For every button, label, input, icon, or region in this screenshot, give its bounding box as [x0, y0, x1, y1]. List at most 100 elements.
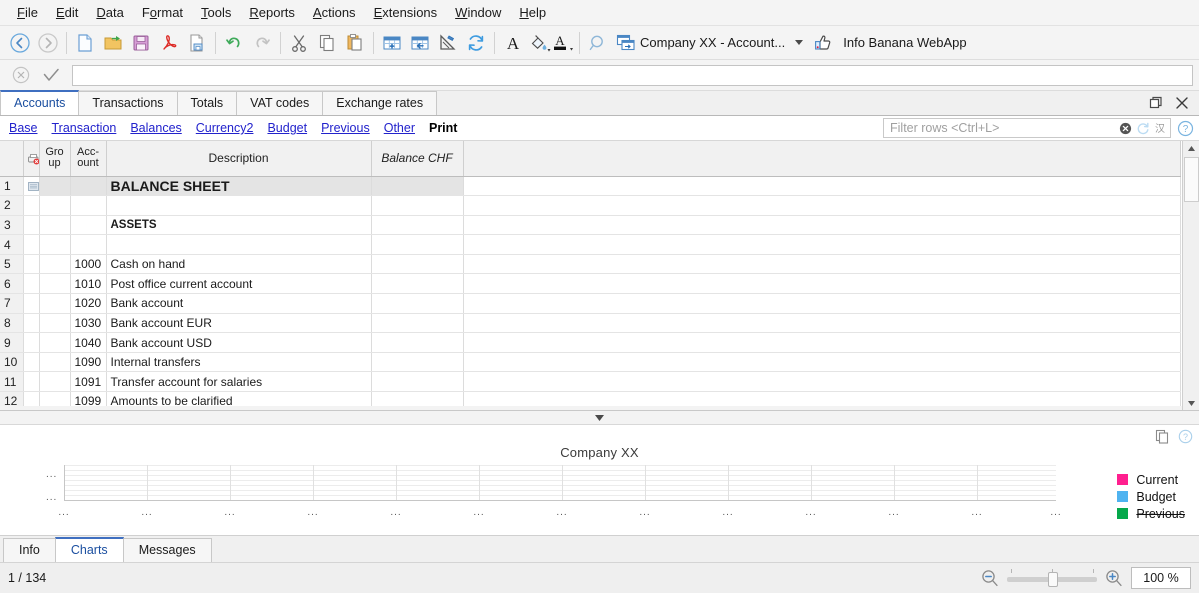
row-number[interactable]: 2 — [0, 195, 24, 216]
checkmark-icon[interactable] — [36, 62, 66, 88]
col-header-print-marker[interactable] — [23, 141, 40, 177]
col-header-description[interactable]: Description — [106, 141, 372, 177]
menu-item-window[interactable]: Window — [446, 2, 510, 23]
table-row[interactable]: 8 1030 Bank account EUR — [0, 313, 1181, 334]
table-row[interactable]: 6 1010 Post office current account — [0, 273, 1181, 295]
menu-item-tools[interactable]: Tools — [192, 2, 240, 23]
close-window-icon[interactable] — [1169, 92, 1195, 114]
formula-input[interactable] — [72, 64, 1193, 86]
new-file-icon[interactable] — [71, 29, 99, 57]
cell-group[interactable] — [39, 352, 71, 373]
cell-empty[interactable] — [463, 352, 1181, 373]
copy-chart-icon[interactable] — [1155, 429, 1170, 444]
cell-account[interactable]: 1010 — [70, 273, 107, 295]
recalculate-icon[interactable] — [462, 29, 490, 57]
cell-group[interactable] — [39, 254, 71, 275]
forward-icon[interactable] — [34, 29, 62, 57]
cell-empty[interactable] — [463, 293, 1181, 314]
cell-description[interactable]: Cash on hand — [106, 254, 372, 275]
row-number[interactable]: 1 — [0, 176, 24, 197]
cell-empty[interactable] — [463, 195, 1181, 216]
col-header-rownum[interactable] — [0, 141, 24, 177]
view-link-other[interactable]: Other — [377, 121, 422, 135]
clear-filter-icon[interactable] — [1117, 120, 1134, 137]
cell-empty[interactable] — [463, 313, 1181, 334]
table-row[interactable]: 5 1000 Cash on hand — [0, 254, 1181, 275]
zoom-slider-thumb[interactable] — [1048, 572, 1058, 587]
row-print-marker[interactable] — [23, 352, 40, 373]
menu-item-file[interactable]: File — [8, 2, 47, 23]
tab-messages[interactable]: Messages — [122, 538, 212, 562]
cell-empty[interactable] — [463, 254, 1181, 275]
delete-row-icon[interactable] — [406, 29, 434, 57]
cell-description[interactable] — [106, 234, 372, 255]
row-number[interactable]: 10 — [0, 352, 24, 373]
table-row[interactable]: 7 1020 Bank account — [0, 293, 1181, 314]
row-number[interactable]: 3 — [0, 215, 24, 236]
zoom-in-icon[interactable] — [1104, 568, 1124, 588]
tab-totals[interactable]: Totals — [176, 91, 238, 115]
cell-account[interactable]: 1090 — [70, 352, 107, 373]
view-link-balances[interactable]: Balances — [123, 121, 188, 135]
table-row[interactable]: 2 — [0, 195, 1181, 216]
redo-icon[interactable] — [248, 29, 276, 57]
row-number[interactable]: 6 — [0, 273, 24, 295]
menu-item-data[interactable]: Data — [87, 2, 132, 23]
tab-charts[interactable]: Charts — [54, 537, 124, 562]
cell-description[interactable]: Post office current account — [106, 273, 372, 295]
table-row[interactable]: 1 BALANCE SHEET — [0, 176, 1181, 197]
table-row[interactable]: 11 1091 Transfer account for salaries — [0, 371, 1181, 393]
refresh-filter-icon[interactable] — [1134, 120, 1151, 137]
grid-horizontal-scrollbar[interactable] — [0, 406, 1182, 410]
row-number[interactable]: 9 — [0, 332, 24, 353]
tab-accounts[interactable]: Accounts — [0, 90, 80, 115]
row-number[interactable]: 7 — [0, 293, 24, 314]
row-print-marker[interactable] — [23, 332, 40, 353]
zoom-level-input[interactable]: 100 % — [1131, 567, 1191, 589]
cell-balance[interactable] — [371, 332, 464, 353]
back-icon[interactable] — [6, 29, 34, 57]
cell-group[interactable] — [39, 371, 71, 393]
cell-group[interactable] — [39, 293, 71, 314]
table-row[interactable]: 3 ASSETS — [0, 215, 1181, 236]
filter-rows-input[interactable]: Filter rows <Ctrl+L> 汉 — [883, 118, 1171, 138]
cell-account[interactable] — [70, 234, 107, 255]
webapp-label[interactable]: Info Banana WebApp — [843, 35, 966, 50]
tab-info[interactable]: Info — [3, 538, 56, 562]
cell-group[interactable] — [39, 313, 71, 334]
cell-balance[interactable] — [371, 293, 464, 314]
cell-group[interactable] — [39, 215, 71, 236]
menu-item-edit[interactable]: Edit — [47, 2, 87, 23]
panel-splitter[interactable] — [0, 411, 1199, 425]
print-preview-icon[interactable] — [183, 29, 211, 57]
cell-account[interactable] — [70, 176, 107, 197]
menu-item-extensions[interactable]: Extensions — [365, 2, 447, 23]
cell-empty[interactable] — [463, 332, 1181, 353]
cell-description[interactable]: BALANCE SHEET — [106, 176, 372, 197]
row-print-marker[interactable] — [23, 254, 40, 275]
tab-transactions[interactable]: Transactions — [78, 91, 178, 115]
legend-item-budget[interactable]: Budget — [1117, 488, 1185, 505]
zoom-out-icon[interactable] — [980, 568, 1000, 588]
cell-empty[interactable] — [463, 371, 1181, 393]
cell-description[interactable]: Bank account USD — [106, 332, 372, 353]
cell-balance[interactable] — [371, 176, 464, 197]
row-print-marker[interactable] — [23, 215, 40, 236]
cell-description[interactable]: ASSETS — [106, 215, 372, 236]
cell-group[interactable] — [39, 195, 71, 216]
document-selector[interactable]: Company XX - Account... — [612, 30, 787, 56]
cell-description[interactable] — [106, 195, 372, 216]
cell-group[interactable] — [39, 332, 71, 353]
row-print-marker[interactable] — [23, 234, 40, 255]
cell-balance[interactable] — [371, 215, 464, 236]
cell-empty[interactable] — [463, 215, 1181, 236]
menu-item-format[interactable]: Format — [133, 2, 192, 23]
font-icon[interactable]: A — [499, 29, 527, 57]
table-row[interactable]: 9 1040 Bank account USD — [0, 332, 1181, 353]
cell-account[interactable]: 1030 — [70, 313, 107, 334]
zoom-slider[interactable] — [1007, 568, 1097, 588]
text-color-icon[interactable]: A — [551, 29, 575, 57]
menu-item-reports[interactable]: Reports — [240, 2, 304, 23]
protect-icon[interactable] — [434, 29, 462, 57]
scrollbar-thumb[interactable] — [1184, 157, 1199, 202]
